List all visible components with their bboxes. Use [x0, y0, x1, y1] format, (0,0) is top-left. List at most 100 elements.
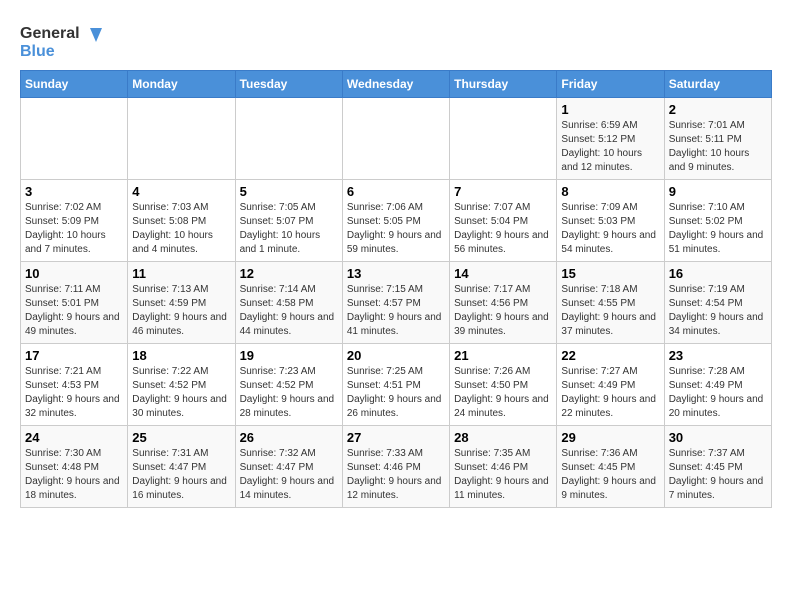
calendar-cell: 12 Sunrise: 7:14 AMSunset: 4:58 PMDayligh…: [235, 262, 342, 344]
calendar-cell: 1 Sunrise: 6:59 AMSunset: 5:12 PMDaylight…: [557, 98, 664, 180]
day-number: 30: [669, 430, 767, 445]
weekday-header-friday: Friday: [557, 71, 664, 98]
day-info: Sunrise: 7:19 AMSunset: 4:54 PMDaylight:…: [669, 283, 767, 339]
calendar-cell: 26 Sunrise: 7:32 AMSunset: 4:47 PMDayligh…: [235, 426, 342, 508]
weekday-header-monday: Monday: [128, 71, 235, 98]
day-info: Sunrise: 7:14 AMSunset: 4:58 PMDaylight:…: [240, 283, 338, 339]
svg-text:General: General: [20, 25, 80, 42]
day-info: Sunrise: 7:23 AMSunset: 4:52 PMDaylight:…: [240, 365, 338, 421]
day-info: Sunrise: 7:18 AMSunset: 4:55 PMDaylight:…: [561, 283, 659, 339]
calendar-cell: 10 Sunrise: 7:11 AMSunset: 5:01 PMDayligh…: [21, 262, 128, 344]
calendar-cell: 9 Sunrise: 7:10 AMSunset: 5:02 PMDaylight…: [664, 180, 771, 262]
calendar-cell: [450, 98, 557, 180]
day-number: 3: [25, 184, 123, 199]
calendar-cell: 20 Sunrise: 7:25 AMSunset: 4:51 PMDayligh…: [342, 344, 449, 426]
calendar-cell: [342, 98, 449, 180]
day-number: 21: [454, 348, 552, 363]
calendar-cell: 19 Sunrise: 7:23 AMSunset: 4:52 PMDayligh…: [235, 344, 342, 426]
calendar-cell: 24 Sunrise: 7:30 AMSunset: 4:48 PMDayligh…: [21, 426, 128, 508]
calendar-cell: [21, 98, 128, 180]
day-info: Sunrise: 7:28 AMSunset: 4:49 PMDaylight:…: [669, 365, 767, 421]
day-info: Sunrise: 7:27 AMSunset: 4:49 PMDaylight:…: [561, 365, 659, 421]
day-info: Sunrise: 7:07 AMSunset: 5:04 PMDaylight:…: [454, 201, 552, 257]
calendar-header: SundayMondayTuesdayWednesdayThursdayFrid…: [21, 71, 772, 98]
calendar-cell: 4Sunrise: 7:03 AMSunset: 5:08 PMDaylight…: [128, 180, 235, 262]
calendar-table: SundayMondayTuesdayWednesdayThursdayFrid…: [20, 70, 772, 508]
day-number: 17: [25, 348, 123, 363]
day-info: Sunrise: 7:09 AMSunset: 5:03 PMDaylight:…: [561, 201, 659, 257]
day-info: Sunrise: 7:30 AMSunset: 4:48 PMDaylight:…: [25, 447, 123, 503]
day-number: 22: [561, 348, 659, 363]
day-number: 23: [669, 348, 767, 363]
day-number: 13: [347, 266, 445, 281]
day-number: 8: [561, 184, 659, 199]
day-info: Sunrise: 7:15 AMSunset: 4:57 PMDaylight:…: [347, 283, 445, 339]
day-info: Sunrise: 7:02 AMSunset: 5:09 PMDaylight:…: [25, 201, 123, 257]
day-number: 20: [347, 348, 445, 363]
day-info: Sunrise: 7:10 AMSunset: 5:02 PMDaylight:…: [669, 201, 767, 257]
day-number: 9: [669, 184, 767, 199]
day-number: 14: [454, 266, 552, 281]
day-info: Sunrise: 7:35 AMSunset: 4:46 PMDaylight:…: [454, 447, 552, 503]
calendar-week-2: 3 Sunrise: 7:02 AMSunset: 5:09 PMDaylight…: [21, 180, 772, 262]
calendar-cell: 16 Sunrise: 7:19 AMSunset: 4:54 PMDayligh…: [664, 262, 771, 344]
day-info: Sunrise: 7:36 AMSunset: 4:45 PMDaylight:…: [561, 447, 659, 503]
day-info: Sunrise: 7:01 AMSunset: 5:11 PMDaylight:…: [669, 119, 767, 175]
calendar-week-5: 24 Sunrise: 7:30 AMSunset: 4:48 PMDayligh…: [21, 426, 772, 508]
day-info: Sunrise: 7:11 AMSunset: 5:01 PMDaylight:…: [25, 283, 123, 339]
calendar-cell: 25 Sunrise: 7:31 AMSunset: 4:47 PMDayligh…: [128, 426, 235, 508]
day-number: 11: [132, 266, 230, 281]
day-number: 28: [454, 430, 552, 445]
calendar-cell: 23 Sunrise: 7:28 AMSunset: 4:49 PMDayligh…: [664, 344, 771, 426]
weekday-header-tuesday: Tuesday: [235, 71, 342, 98]
page-header: GeneralBlue: [20, 20, 772, 60]
day-number: 24: [25, 430, 123, 445]
calendar-cell: 7 Sunrise: 7:07 AMSunset: 5:04 PMDaylight…: [450, 180, 557, 262]
weekday-header-thursday: Thursday: [450, 71, 557, 98]
weekday-header-sunday: Sunday: [21, 71, 128, 98]
day-number: 15: [561, 266, 659, 281]
calendar-cell: 27Sunrise: 7:33 AMSunset: 4:46 PMDayligh…: [342, 426, 449, 508]
calendar-cell: 17 Sunrise: 7:21 AMSunset: 4:53 PMDayligh…: [21, 344, 128, 426]
calendar-week-1: 1 Sunrise: 6:59 AMSunset: 5:12 PMDaylight…: [21, 98, 772, 180]
day-info: Sunrise: 7:32 AMSunset: 4:47 PMDaylight:…: [240, 447, 338, 503]
day-info: Sunrise: 7:06 AMSunset: 5:05 PMDaylight:…: [347, 201, 445, 257]
day-number: 16: [669, 266, 767, 281]
calendar-cell: 18 Sunrise: 7:22 AMSunset: 4:52 PMDayligh…: [128, 344, 235, 426]
day-number: 6: [347, 184, 445, 199]
calendar-cell: 11 Sunrise: 7:13 AMSunset: 4:59 PMDayligh…: [128, 262, 235, 344]
day-info: Sunrise: 7:21 AMSunset: 4:53 PMDaylight:…: [25, 365, 123, 421]
day-number: 29: [561, 430, 659, 445]
day-info: Sunrise: 7:31 AMSunset: 4:47 PMDaylight:…: [132, 447, 230, 503]
weekday-header-saturday: Saturday: [664, 71, 771, 98]
day-info: Sunrise: 7:26 AMSunset: 4:50 PMDaylight:…: [454, 365, 552, 421]
logo: GeneralBlue: [20, 20, 110, 60]
calendar-week-4: 17 Sunrise: 7:21 AMSunset: 4:53 PMDayligh…: [21, 344, 772, 426]
day-number: 7: [454, 184, 552, 199]
day-number: 19: [240, 348, 338, 363]
day-number: 25: [132, 430, 230, 445]
calendar-cell: 2Sunrise: 7:01 AMSunset: 5:11 PMDaylight…: [664, 98, 771, 180]
day-number: 18: [132, 348, 230, 363]
calendar-cell: [128, 98, 235, 180]
day-number: 26: [240, 430, 338, 445]
day-number: 1: [561, 102, 659, 117]
day-info: Sunrise: 7:17 AMSunset: 4:56 PMDaylight:…: [454, 283, 552, 339]
calendar-cell: 6 Sunrise: 7:06 AMSunset: 5:05 PMDaylight…: [342, 180, 449, 262]
day-info: Sunrise: 7:22 AMSunset: 4:52 PMDaylight:…: [132, 365, 230, 421]
day-info: Sunrise: 7:25 AMSunset: 4:51 PMDaylight:…: [347, 365, 445, 421]
weekday-header-wednesday: Wednesday: [342, 71, 449, 98]
day-info: Sunrise: 7:37 AMSunset: 4:45 PMDaylight:…: [669, 447, 767, 503]
calendar-cell: 15 Sunrise: 7:18 AMSunset: 4:55 PMDayligh…: [557, 262, 664, 344]
day-number: 12: [240, 266, 338, 281]
calendar-cell: 3 Sunrise: 7:02 AMSunset: 5:09 PMDaylight…: [21, 180, 128, 262]
calendar-cell: 21 Sunrise: 7:26 AMSunset: 4:50 PMDayligh…: [450, 344, 557, 426]
day-info: Sunrise: 7:13 AMSunset: 4:59 PMDaylight:…: [132, 283, 230, 339]
day-number: 27: [347, 430, 445, 445]
day-info: Sunrise: 6:59 AMSunset: 5:12 PMDaylight:…: [561, 119, 659, 175]
calendar-cell: 22 Sunrise: 7:27 AMSunset: 4:49 PMDayligh…: [557, 344, 664, 426]
calendar-cell: 8 Sunrise: 7:09 AMSunset: 5:03 PMDaylight…: [557, 180, 664, 262]
day-number: 10: [25, 266, 123, 281]
day-info: Sunrise: 7:03 AMSunset: 5:08 PMDaylight:…: [132, 201, 230, 257]
calendar-cell: 14 Sunrise: 7:17 AMSunset: 4:56 PMDayligh…: [450, 262, 557, 344]
